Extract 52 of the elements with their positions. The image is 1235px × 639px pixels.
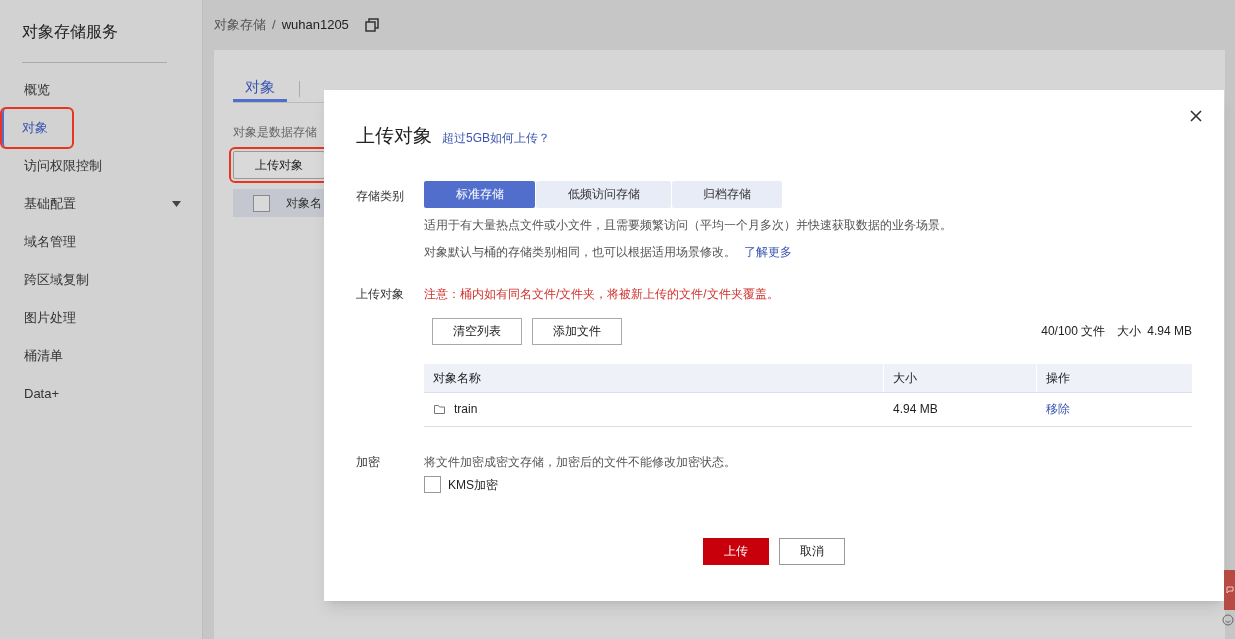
field-label: 加密: [356, 453, 381, 471]
size-label: 大小: [1117, 323, 1142, 340]
breadcrumb-current: wuhan1205: [281, 16, 349, 35]
help-link[interactable]: 超过5GB如何上传？: [442, 129, 550, 147]
sidebar-item[interactable]: 域名管理: [8, 223, 183, 261]
dialog-title: 上传对象: [356, 124, 432, 148]
file-action-button[interactable]: 清空列表: [432, 317, 522, 345]
learn-more-link[interactable]: 了解更多: [744, 242, 792, 261]
field-label: 上传对象: [356, 285, 405, 303]
file-count: 40/100 文件: [1041, 323, 1106, 340]
sidebar-title: 对象存储服务: [22, 20, 167, 63]
sidebar-item[interactable]: 基础配置: [8, 185, 183, 223]
breadcrumb-link[interactable]: 对象存储: [214, 15, 266, 35]
cancel-button[interactable]: 取消: [779, 537, 845, 565]
field-label: 存储类别: [356, 187, 405, 205]
column-header: 大小: [884, 363, 1037, 392]
storage-class-option[interactable]: 标准存储: [424, 180, 535, 208]
file-action-button[interactable]: 添加文件: [532, 317, 622, 345]
copy-icon[interactable]: [364, 18, 379, 32]
sidebar-item[interactable]: 桶清单: [8, 337, 183, 375]
checkbox[interactable]: [424, 476, 441, 493]
breadcrumb-separator: /: [272, 16, 276, 35]
smiley-icon[interactable]: [1222, 614, 1234, 626]
sidebar-item[interactable]: 图片处理: [8, 299, 183, 337]
sidebar-item[interactable]: 访问权限控制: [8, 147, 183, 185]
overwrite-warning: 注意：桶内如有同名文件/文件夹，将被新上传的文件/文件夹覆盖。: [424, 285, 780, 303]
sidebar-item[interactable]: Data+: [8, 375, 183, 413]
upload-submit-button[interactable]: 上传: [703, 537, 769, 565]
checkbox-label: KMS加密: [448, 476, 498, 494]
storage-class-option[interactable]: 归档存储: [672, 180, 782, 208]
column-header: 对象名称: [424, 363, 884, 392]
total-size: 4.94 MB: [1147, 323, 1192, 340]
description-text: 对象是数据存储: [233, 124, 317, 141]
storage-class-description: 适用于有大量热点文件或小文件，且需要频繁访问（平均一个月多次）并快速获取数据的业务场景。: [424, 216, 952, 234]
storage-class-option[interactable]: 低频访问存储: [536, 180, 671, 208]
table-cell-text: 4.94 MB: [892, 401, 939, 418]
tab[interactable]: 对象: [233, 76, 287, 102]
feedback-tab[interactable]: [1224, 570, 1235, 610]
remove-link[interactable]: 移除: [1037, 400, 1070, 418]
column-header: 对象名: [286, 195, 322, 212]
folder-icon: [434, 404, 445, 414]
sidebar-item[interactable]: 对象: [2, 109, 72, 147]
caret-icon: [172, 201, 181, 207]
encryption-description: 将文件加密成密文存储，加密后的文件不能修改加密状态。: [424, 453, 736, 471]
column-header: 操作: [1045, 369, 1071, 387]
sidebar-item[interactable]: 跨区域复制: [8, 261, 183, 299]
storage-class-note: 对象默认与桶的存储类别相同，也可以根据适用场景修改。: [424, 243, 736, 261]
sidebar-item[interactable]: 概览: [8, 71, 183, 109]
chat-icon: [1225, 585, 1234, 595]
close-icon[interactable]: [1190, 110, 1202, 122]
table-cell-text: train: [454, 401, 478, 418]
checkbox[interactable]: [253, 194, 270, 212]
